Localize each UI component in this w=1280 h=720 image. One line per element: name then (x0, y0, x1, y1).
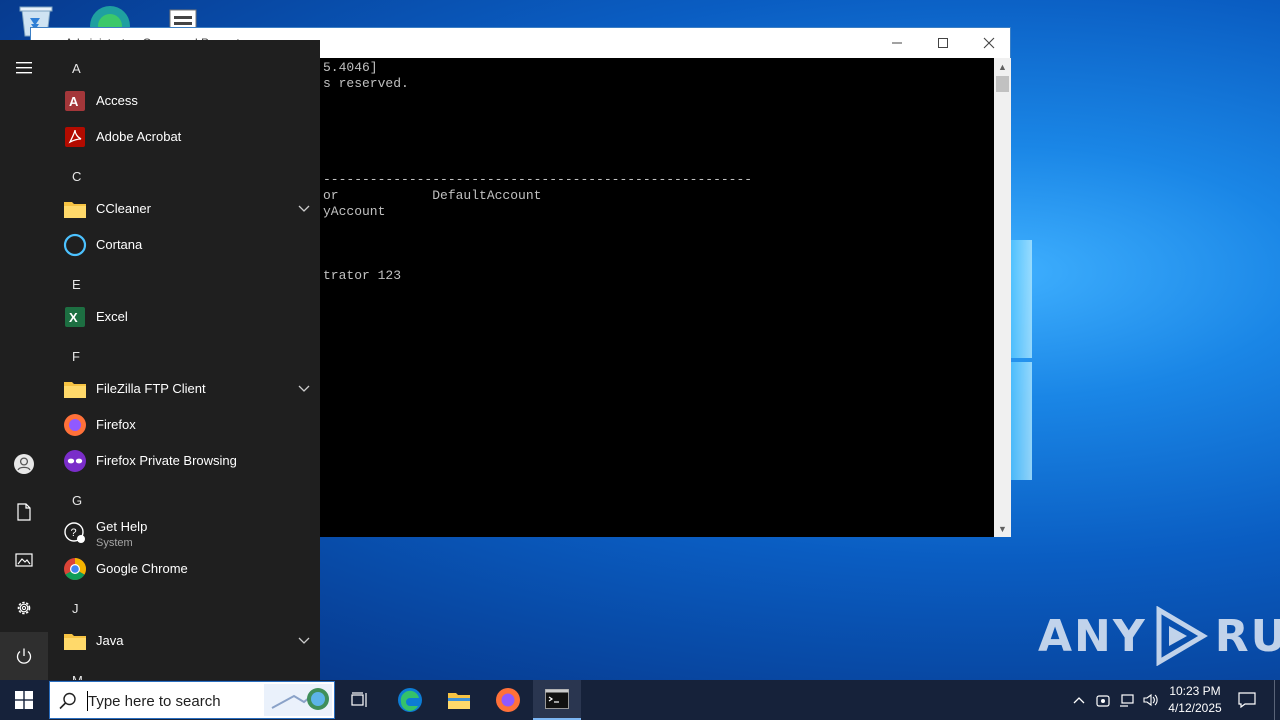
console-line: ----------------------------------------… (323, 172, 753, 187)
app-adobe-acrobat[interactable]: Adobe Acrobat (50, 119, 312, 155)
svg-text:?: ? (71, 527, 77, 539)
help-icon: ? (63, 521, 87, 545)
app-ccleaner[interactable]: CCleaner (50, 191, 312, 227)
action-center-button[interactable] (1234, 680, 1260, 720)
svg-text:A: A (69, 94, 79, 109)
svg-text:X: X (69, 310, 78, 325)
taskbar-firefox[interactable] (484, 680, 532, 720)
scroll-thumb[interactable] (996, 76, 1009, 92)
scroll-up-icon[interactable]: ▲ (994, 58, 1011, 75)
chevron-down-icon[interactable] (296, 201, 312, 217)
folder-icon (63, 377, 87, 401)
taskbar: Type here to search 10:23 PM 4/12/2025 (0, 680, 1280, 720)
app-firefox-private[interactable]: Firefox Private Browsing (50, 443, 312, 479)
documents-button[interactable] (0, 488, 48, 536)
close-icon (983, 37, 995, 49)
minimize-button[interactable] (874, 28, 920, 58)
letter-header[interactable]: A (72, 61, 81, 76)
show-hidden-icons-button[interactable] (1068, 680, 1090, 720)
console-line: yAccount (323, 204, 386, 219)
gear-icon (17, 601, 31, 615)
letter-header[interactable]: J (72, 601, 79, 616)
close-button[interactable] (966, 28, 1012, 58)
chevron-down-icon[interactable] (296, 381, 312, 397)
search-placeholder: Type here to search (88, 693, 221, 710)
taskbar-edge[interactable] (386, 680, 434, 720)
windows-logo-icon (15, 691, 33, 709)
hamburger-icon (16, 62, 32, 74)
notification-icon (1238, 692, 1256, 708)
network-icon (1120, 694, 1134, 707)
letter-header[interactable]: M (72, 673, 83, 680)
excel-icon: X (63, 305, 87, 329)
letter-header[interactable]: C (72, 169, 81, 184)
app-get-help[interactable]: ? Get Help System (50, 515, 312, 551)
folder-icon (63, 629, 87, 653)
user-account-button[interactable] (0, 440, 48, 488)
folder-icon (63, 197, 87, 221)
app-java[interactable]: Java (50, 623, 312, 659)
pictures-button[interactable] (0, 536, 48, 584)
chevron-down-icon[interactable] (296, 633, 312, 649)
firefox-icon (63, 413, 87, 437)
letter-header[interactable]: E (72, 277, 81, 292)
cortana-icon (63, 233, 87, 257)
taskbar-search-box[interactable]: Type here to search (49, 681, 335, 719)
app-cortana[interactable]: Cortana (50, 227, 312, 263)
search-icon (59, 692, 76, 710)
clock-date: 4/12/2025 (1168, 701, 1222, 715)
maximize-button[interactable] (920, 28, 966, 58)
acrobat-icon (63, 125, 87, 149)
console-line: or DefaultAccount (323, 188, 542, 203)
edge-icon (398, 688, 422, 712)
task-view-button[interactable] (336, 680, 384, 720)
app-google-chrome[interactable]: Google Chrome (50, 551, 312, 587)
firefox-icon (496, 688, 520, 712)
picture-icon (15, 553, 33, 567)
settings-button[interactable] (0, 584, 48, 632)
firefox-private-icon (63, 449, 87, 473)
scroll-down-icon[interactable]: ▼ (994, 520, 1011, 537)
command-prompt-icon (545, 689, 569, 709)
expand-menu-button[interactable] (0, 44, 48, 92)
show-desktop-button[interactable] (1274, 680, 1280, 720)
letter-header[interactable]: G (72, 493, 82, 508)
volume-icon (1143, 693, 1158, 707)
power-icon (16, 648, 32, 664)
console-line: 5.4046] (323, 60, 378, 75)
app-firefox[interactable]: Firefox (50, 407, 312, 443)
app-list: A A Access Adobe Acrobat C CCleaner Cort… (50, 40, 320, 680)
network-button[interactable] (1116, 680, 1138, 720)
letter-header[interactable]: F (72, 349, 80, 364)
document-icon (17, 503, 31, 521)
console-line: trator 123 (323, 268, 402, 283)
vertical-scrollbar[interactable]: ▲ ▼ (994, 58, 1011, 537)
clock-time: 10:23 PM (1169, 684, 1221, 698)
taskbar-file-explorer[interactable] (435, 680, 483, 720)
tray-app-icon (1096, 695, 1110, 707)
access-icon: A (63, 89, 87, 113)
console-line: s reserved. (323, 76, 409, 91)
app-excel[interactable]: X Excel (50, 299, 312, 335)
anyrun-watermark: ANY RUN (1038, 606, 1280, 666)
tray-app-button[interactable] (1092, 680, 1114, 720)
file-explorer-icon (448, 693, 470, 709)
minimize-icon (892, 42, 902, 44)
chrome-icon (63, 557, 87, 581)
start-rail (0, 40, 50, 680)
volume-button[interactable] (1140, 680, 1162, 720)
app-filezilla[interactable]: FileZilla FTP Client (50, 371, 312, 407)
taskbar-command-prompt[interactable] (533, 680, 581, 720)
chevron-up-icon (1073, 697, 1085, 704)
start-menu: A A Access Adobe Acrobat C CCleaner Cort… (0, 40, 320, 680)
app-access[interactable]: A Access (50, 83, 312, 119)
start-button[interactable] (0, 680, 48, 720)
task-view-icon (351, 692, 367, 707)
maximize-icon (938, 38, 948, 48)
search-highlight-image (264, 684, 332, 716)
user-icon (14, 454, 34, 474)
power-button[interactable] (0, 632, 48, 680)
taskbar-clock[interactable]: 10:23 PM 4/12/2025 (1160, 683, 1230, 717)
windows-wallpaper-logo (1010, 240, 1032, 480)
